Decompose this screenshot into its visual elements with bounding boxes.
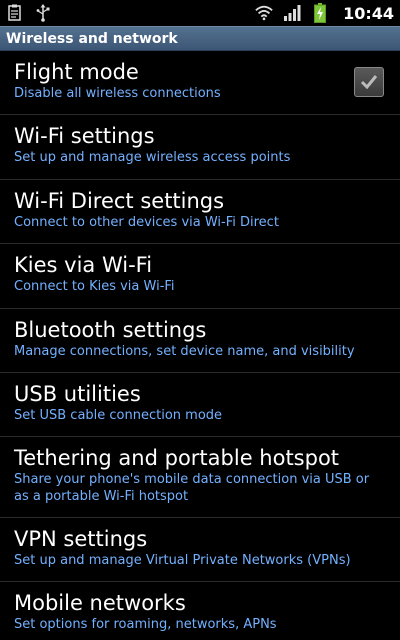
vpn-settings-item[interactable]: VPN settings Set up and manage Virtual P…	[0, 518, 400, 582]
item-title: Flight mode	[14, 60, 139, 84]
item-summary: Set up and manage Virtual Private Networ…	[14, 553, 351, 568]
battery-charging-icon	[311, 3, 329, 23]
flight-mode-item[interactable]: Flight mode Disable all wireless connect…	[0, 51, 400, 115]
flight-mode-checkbox[interactable]	[354, 67, 384, 97]
item-title: Mobile networks	[14, 591, 186, 615]
settings-list: Flight mode Disable all wireless connect…	[0, 51, 400, 640]
item-title: Bluetooth settings	[14, 318, 207, 342]
wifi-direct-settings-item[interactable]: Wi-Fi Direct settings Connect to other d…	[0, 180, 400, 244]
mobile-networks-item[interactable]: Mobile networks Set options for roaming,…	[0, 582, 400, 640]
tethering-hotspot-item[interactable]: Tethering and portable hotspot Share you…	[0, 437, 400, 518]
checkmark-icon	[360, 75, 378, 90]
usb-icon	[34, 4, 52, 22]
item-title: Wi-Fi settings	[14, 124, 155, 148]
item-summary: Disable all wireless connections	[14, 86, 221, 101]
item-title: Wi-Fi Direct settings	[14, 189, 225, 213]
item-summary: Set USB cable connection mode	[14, 408, 223, 423]
status-bar: 10:44	[0, 0, 400, 26]
item-title: Kies via Wi-Fi	[14, 253, 153, 277]
status-bar-right: 10:44	[255, 3, 394, 23]
item-summary: Set up and manage wireless access points	[14, 150, 291, 165]
item-summary: Connect to other devices via Wi-Fi Direc…	[14, 215, 279, 230]
item-summary: Share your phone's mobile data connectio…	[14, 472, 370, 504]
clipboard-icon	[6, 4, 24, 22]
signal-icon	[283, 4, 301, 22]
status-time: 10:44	[343, 3, 394, 23]
usb-utilities-item[interactable]: USB utilities Set USB cable connection m…	[0, 373, 400, 437]
item-summary: Set options for roaming, networks, APNs	[14, 617, 277, 632]
section-header: Wireless and network	[0, 26, 400, 51]
item-title: USB utilities	[14, 382, 141, 406]
bluetooth-settings-item[interactable]: Bluetooth settings Manage connections, s…	[0, 309, 400, 373]
wifi-icon	[255, 4, 273, 22]
status-bar-left	[6, 4, 52, 22]
item-summary: Connect to Kies via Wi-Fi	[14, 279, 175, 294]
item-title: Tethering and portable hotspot	[14, 446, 340, 470]
item-title: VPN settings	[14, 527, 148, 551]
item-summary: Manage connections, set device name, and…	[14, 344, 355, 359]
wifi-settings-item[interactable]: Wi-Fi settings Set up and manage wireles…	[0, 115, 400, 180]
kies-via-wifi-item[interactable]: Kies via Wi-Fi Connect to Kies via Wi-Fi	[0, 244, 400, 309]
